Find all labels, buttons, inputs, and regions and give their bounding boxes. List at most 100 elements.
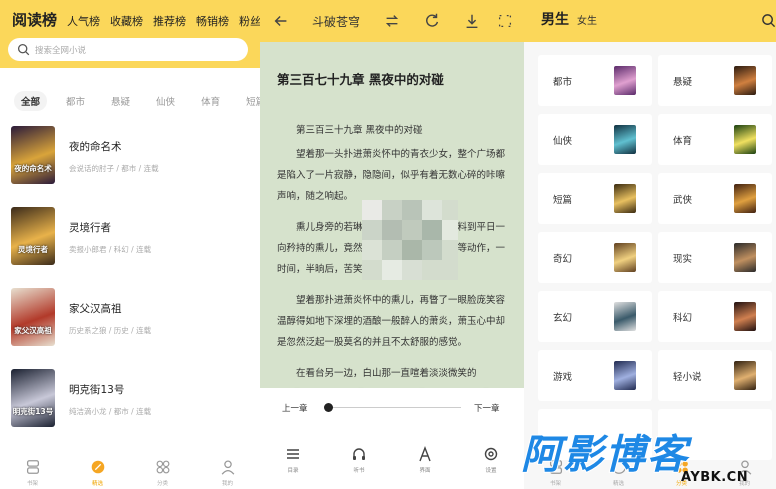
book-title: 明克街13号 — [69, 384, 125, 396]
genre-cover — [614, 361, 636, 390]
list-item[interactable]: 家父汉高祖 家父汉高祖 历史系之狼 / 历史 / 连载 — [11, 288, 251, 369]
nav-label: 分类 — [156, 481, 168, 487]
next-chapter-button[interactable]: 下一章 — [474, 402, 500, 414]
tab-female[interactable]: 女生 — [577, 12, 597, 27]
genre-cover — [614, 302, 636, 331]
genre-card[interactable]: 轻小说 — [658, 350, 772, 401]
reader-toolbar: 斗破苍穹 — [260, 0, 524, 42]
mosaic-patch — [362, 200, 458, 280]
button-label: 目录 — [287, 468, 299, 474]
nav-featured[interactable]: 精选 — [587, 450, 650, 489]
genre-name: 玄幻 — [553, 313, 573, 324]
genre-card[interactable]: 奇幻 — [538, 232, 652, 283]
book-cover: 明克街13号 — [11, 369, 55, 427]
ranking-tabs: 阅读榜 人气榜 收藏榜 推荐榜 畅销榜 粉丝 — [12, 9, 260, 30]
nav-category[interactable]: 分类 — [130, 450, 195, 489]
book-meta: 卖报小郎君 / 科幻 / 连载 — [69, 245, 152, 254]
genre-card[interactable]: 现实 — [658, 232, 772, 283]
progress-knob[interactable] — [324, 403, 333, 412]
paragraph: 第三百三十九章 黑夜中的对碰 — [296, 125, 423, 136]
list-item[interactable]: 夜的命名术 夜的命名术 会说话的肘子 / 都市 / 连载 — [11, 126, 251, 207]
genre-cover — [734, 361, 756, 390]
cover-title: 明克街13号 — [12, 407, 54, 416]
book-list: 夜的命名术 夜的命名术 会说话的肘子 / 都市 / 连载 灵境行者 灵境行者 卖报小… — [11, 126, 251, 450]
search-icon[interactable] — [761, 13, 776, 28]
settings-button[interactable]: 设置 — [458, 430, 524, 489]
genre-card[interactable]: 悬疑 — [658, 55, 772, 106]
font-icon — [419, 446, 431, 462]
download-icon[interactable] — [463, 12, 481, 30]
book-meta: 纯洁滴小龙 / 都市 / 连载 — [69, 407, 152, 416]
genre-name: 仙侠 — [553, 136, 573, 147]
tab-reading-rank[interactable]: 阅读榜 — [12, 9, 57, 30]
nav-label: 我的 — [221, 481, 233, 487]
category-urban[interactable]: 都市 — [59, 91, 92, 111]
book-meta: 会说话的肘子 / 都市 / 连载 — [69, 164, 159, 173]
paragraph: 望着那扑进萧炎怀中的熏儿，再瞥了一眼脸庞笑容温醇得如地下深埋的酒酿一般醉人的萧炎… — [277, 295, 506, 348]
category-sports[interactable]: 体育 — [194, 91, 227, 111]
refresh-icon[interactable] — [423, 12, 441, 30]
button-label: 设置 — [485, 468, 497, 474]
genre-name: 体育 — [673, 136, 693, 147]
nav-category[interactable]: 分类 — [650, 450, 713, 489]
button-label: 听书 — [353, 468, 365, 474]
tab-popularity-rank[interactable]: 人气榜 — [67, 13, 100, 29]
genre-card[interactable]: 武侠 — [658, 173, 772, 224]
list-item[interactable]: 灵境行者 灵境行者 卖报小郎君 / 科幻 / 连载 — [11, 207, 251, 288]
list-item[interactable]: 明克街13号 明克街13号 纯洁滴小龙 / 都市 / 连载 — [11, 369, 251, 450]
swap-source-icon[interactable] — [383, 12, 401, 30]
tab-male[interactable]: 男生 — [541, 9, 569, 29]
genre-name: 现实 — [673, 254, 693, 265]
profile-icon — [738, 460, 751, 475]
nav-featured[interactable]: 精选 — [65, 450, 130, 489]
tab-fans-rank[interactable]: 粉丝 — [239, 13, 260, 29]
book-cover: 家父汉高祖 — [11, 288, 55, 346]
book-meta: 历史系之狼 / 历史 / 连载 — [69, 326, 152, 335]
genre-cover — [734, 66, 756, 95]
categories-screen: 男生 女生 都市 悬疑 仙侠 体育 短篇 武侠 奇幻 现实 玄幻 科幻 游戏 轻… — [524, 0, 776, 489]
interface-button[interactable]: 界面 — [392, 430, 458, 489]
back-arrow-icon[interactable] — [272, 12, 290, 30]
category-icon — [156, 460, 169, 474]
genre-name: 奇幻 — [553, 254, 573, 265]
tab-favorites-rank[interactable]: 收藏榜 — [110, 13, 143, 29]
nav-bookshelf[interactable]: 书架 — [0, 450, 65, 489]
tab-bestseller-rank[interactable]: 畅销榜 — [196, 13, 229, 29]
toc-button[interactable]: 目录 — [260, 430, 326, 489]
prev-chapter-button[interactable]: 上一章 — [282, 402, 308, 414]
button-label: 界面 — [419, 468, 431, 474]
genre-name: 武侠 — [673, 195, 693, 206]
nav-label: 精选 — [612, 481, 624, 487]
genre-card[interactable]: 都市 — [538, 55, 652, 106]
listen-button[interactable]: 听书 — [326, 430, 392, 489]
nav-bookshelf[interactable]: 书架 — [524, 450, 587, 489]
progress-slider[interactable] — [327, 407, 461, 408]
genre-card[interactable]: 短篇 — [538, 173, 652, 224]
nav-label: 分类 — [675, 481, 687, 487]
category-xianxia[interactable]: 仙侠 — [149, 91, 182, 111]
tab-recommend-rank[interactable]: 推荐榜 — [153, 13, 186, 29]
genre-cover — [614, 66, 636, 95]
genre-name: 都市 — [553, 77, 573, 88]
nav-label: 我的 — [738, 481, 750, 487]
nav-label: 精选 — [91, 481, 103, 487]
genre-card[interactable]: 科幻 — [658, 291, 772, 342]
genre-card[interactable]: 游戏 — [538, 350, 652, 401]
chapter-title: 第三百七十九章 黑夜中的对碰 — [277, 72, 444, 87]
search-input[interactable]: 搜索全网小说 — [8, 38, 248, 61]
genre-card[interactable]: 玄幻 — [538, 291, 652, 342]
category-icon — [675, 461, 688, 473]
nav-profile[interactable]: 我的 — [195, 450, 260, 489]
category-suspense[interactable]: 悬疑 — [104, 91, 137, 111]
genre-card[interactable]: 体育 — [658, 114, 772, 165]
book-title: 灵境行者 — [69, 222, 111, 234]
category-short[interactable]: 短篇 — [239, 91, 260, 111]
nav-profile[interactable]: 我的 — [713, 450, 776, 489]
genre-cover — [734, 184, 756, 213]
featured-icon — [91, 460, 104, 474]
search-placeholder: 搜索全网小说 — [35, 45, 87, 56]
more-icon[interactable] — [496, 12, 514, 30]
genre-card[interactable]: 仙侠 — [538, 114, 652, 165]
category-all[interactable]: 全部 — [14, 91, 48, 111]
genre-cover — [734, 125, 756, 154]
